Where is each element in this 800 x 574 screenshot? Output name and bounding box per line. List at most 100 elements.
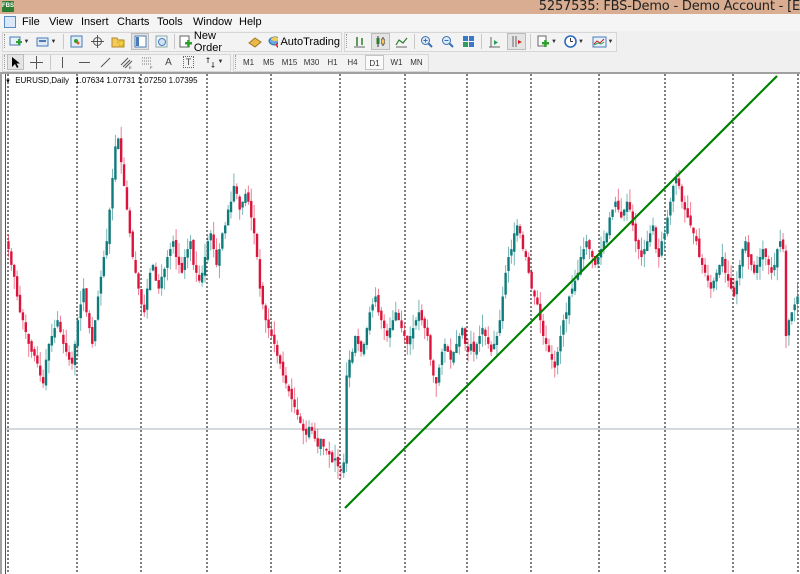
menu-window[interactable]: Window bbox=[193, 15, 232, 30]
cursor-tool[interactable] bbox=[7, 54, 24, 70]
timeframe-m5[interactable]: M5 bbox=[259, 55, 278, 70]
candle bbox=[767, 255, 770, 275]
equidistant-channel-tool[interactable]: E bbox=[118, 54, 135, 70]
new-order-button[interactable]: New Order bbox=[179, 30, 243, 54]
candle bbox=[646, 230, 649, 252]
candle-body bbox=[377, 295, 380, 313]
candle bbox=[790, 312, 793, 325]
toolbar-grip[interactable] bbox=[346, 34, 348, 48]
candle bbox=[452, 351, 455, 366]
timeframe-m1[interactable]: M1 bbox=[239, 55, 258, 70]
candle-body bbox=[119, 138, 123, 163]
indicators-button[interactable]: ▼ bbox=[535, 33, 559, 50]
candle-body bbox=[547, 345, 551, 352]
vertical-line-icon bbox=[62, 56, 63, 68]
candle-body bbox=[498, 320, 502, 334]
menu-file[interactable]: File bbox=[22, 15, 40, 30]
timeframe-h4[interactable]: H4 bbox=[343, 55, 362, 70]
candle-body bbox=[339, 469, 343, 471]
candle-body bbox=[706, 275, 710, 281]
market-watch-button[interactable] bbox=[68, 33, 84, 50]
timeframe-m30[interactable]: M30 bbox=[301, 55, 322, 70]
toolbar-grip[interactable] bbox=[235, 55, 237, 69]
fibonacci-icon: F bbox=[142, 57, 153, 69]
candlesticks-button[interactable] bbox=[371, 33, 390, 50]
metaeditor-button[interactable] bbox=[247, 33, 263, 50]
data-window-button[interactable] bbox=[131, 33, 149, 50]
candle-body bbox=[88, 313, 91, 329]
candle bbox=[686, 195, 689, 218]
zoom-out-button[interactable] bbox=[439, 33, 456, 50]
candle-body bbox=[515, 225, 519, 236]
candle bbox=[455, 330, 458, 354]
candle-body bbox=[264, 305, 267, 321]
timeframe-mn[interactable]: MN bbox=[407, 55, 426, 70]
text-label-tool[interactable]: T bbox=[181, 54, 196, 70]
candle-body bbox=[414, 320, 418, 326]
timeframe-d1[interactable]: D1 bbox=[365, 55, 384, 70]
candle bbox=[258, 249, 262, 297]
candle bbox=[478, 325, 481, 352]
strategy-tester-button[interactable] bbox=[153, 33, 169, 50]
chart-window[interactable]: ▼ EURUSD,Daily 1.07634 1.07731 1.07250 1… bbox=[0, 72, 800, 574]
zoom-in-button[interactable] bbox=[418, 33, 435, 50]
menu-charts[interactable]: Charts bbox=[117, 15, 149, 30]
candle-body bbox=[383, 320, 386, 329]
templates-button[interactable]: ▼ bbox=[590, 33, 615, 50]
candle-body bbox=[400, 320, 403, 329]
navigator-button[interactable] bbox=[110, 33, 126, 50]
candle-body bbox=[270, 329, 273, 336]
crosshair-tool[interactable] bbox=[28, 54, 45, 70]
menu-help[interactable]: Help bbox=[239, 15, 262, 30]
autoscroll-button[interactable] bbox=[507, 33, 526, 50]
trendline-tool[interactable] bbox=[97, 54, 114, 70]
chart-shift-button[interactable] bbox=[486, 33, 503, 50]
arrows-tool[interactable]: ▼ bbox=[202, 54, 226, 70]
candle bbox=[541, 313, 545, 345]
chart-menu-triangle-icon[interactable]: ▼ bbox=[5, 79, 11, 85]
price-chart[interactable] bbox=[0, 74, 800, 574]
timeframe-w1[interactable]: W1 bbox=[387, 55, 406, 70]
arrows-icon bbox=[205, 56, 215, 68]
line-chart-button[interactable] bbox=[393, 33, 410, 50]
candle bbox=[588, 238, 591, 260]
horizontal-line-tool[interactable] bbox=[76, 54, 93, 70]
new-chart-button[interactable]: ▼ bbox=[8, 33, 30, 50]
crosshair-view-button[interactable] bbox=[89, 33, 105, 50]
candle-body bbox=[458, 336, 461, 347]
candle bbox=[680, 183, 684, 209]
text-tool[interactable]: A bbox=[161, 54, 176, 70]
menu-insert[interactable]: Insert bbox=[81, 15, 109, 30]
fibonacci-retracement-tool[interactable]: F bbox=[139, 54, 156, 70]
candle bbox=[322, 438, 325, 456]
toolbar-grip[interactable] bbox=[4, 34, 6, 48]
candle bbox=[709, 274, 713, 298]
vertical-line-tool[interactable] bbox=[55, 54, 70, 70]
trendline[interactable] bbox=[344, 75, 778, 509]
candle bbox=[437, 364, 441, 386]
candle-body bbox=[417, 312, 421, 321]
toolbar-grip[interactable] bbox=[4, 55, 6, 69]
candle-body bbox=[284, 375, 288, 384]
candle bbox=[726, 260, 730, 288]
profiles-button[interactable]: ▼ bbox=[35, 33, 57, 50]
timeframe-m15[interactable]: M15 bbox=[279, 55, 300, 70]
candle bbox=[738, 260, 741, 286]
menu-view[interactable]: View bbox=[49, 15, 73, 30]
candle bbox=[328, 441, 331, 468]
candle-body bbox=[18, 294, 22, 313]
timeframe-h1[interactable]: H1 bbox=[323, 55, 342, 70]
menu-tools[interactable]: Tools bbox=[157, 15, 183, 30]
candle-body bbox=[721, 257, 724, 267]
tile-windows-button[interactable] bbox=[460, 33, 477, 50]
autotrading-button[interactable]: AutoTrading bbox=[268, 33, 340, 50]
bar-chart-button[interactable] bbox=[351, 33, 368, 50]
candle bbox=[640, 237, 643, 266]
periods-button[interactable]: ▼ bbox=[562, 33, 586, 50]
candle bbox=[385, 323, 389, 342]
chart-document-icon[interactable] bbox=[4, 16, 16, 28]
candle-body bbox=[209, 233, 212, 241]
candle bbox=[420, 304, 423, 326]
candle bbox=[134, 251, 137, 274]
candle bbox=[492, 330, 496, 350]
